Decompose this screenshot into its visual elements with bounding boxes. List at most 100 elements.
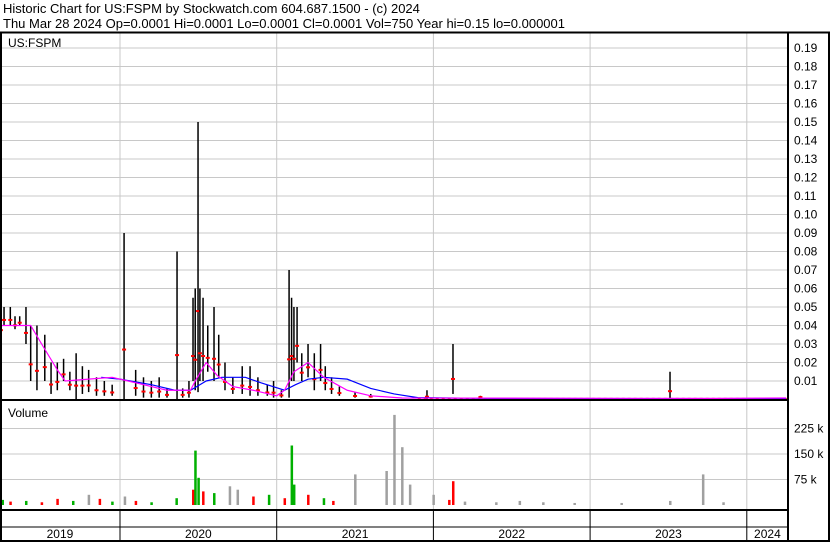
close-marker: [193, 358, 198, 361]
volume-bar: [542, 502, 545, 505]
close-marker: [110, 391, 115, 394]
price-tick-label: 0.04: [794, 319, 818, 333]
close-marker: [102, 390, 107, 393]
close-marker: [8, 318, 13, 321]
close-marker: [450, 377, 455, 380]
volume-bar: [194, 450, 197, 505]
volume-bar: [669, 500, 672, 505]
close-marker: [240, 384, 245, 387]
price-tick-label: 0.16: [794, 97, 818, 111]
close-marker: [289, 355, 294, 358]
close-marker: [212, 357, 217, 360]
price-tick-label: 0.18: [794, 60, 818, 74]
price-tick-label: 0.13: [794, 152, 818, 166]
close-marker: [323, 382, 328, 385]
close-marker: [216, 363, 221, 366]
volume-bar: [123, 496, 127, 505]
close-marker: [271, 391, 276, 394]
volume-bar: [408, 484, 412, 505]
close-marker: [133, 387, 138, 390]
volume-bar: [252, 496, 255, 505]
close-marker: [306, 366, 311, 369]
volume-bar: [451, 481, 455, 505]
close-marker: [165, 393, 170, 396]
close-marker: [318, 368, 323, 371]
year-label: 2023: [655, 527, 682, 541]
price-tick-label: 0.07: [794, 263, 818, 277]
year-label: 2024: [754, 527, 781, 541]
price-tick-label: 0.15: [794, 115, 818, 129]
volume-bar: [236, 489, 240, 505]
volume-bar: [385, 471, 388, 505]
volume-bar: [150, 502, 153, 505]
volume-bar: [307, 494, 310, 505]
volume-tick-label: 150 k: [794, 447, 824, 461]
price-panel-label: US:FSPM: [8, 36, 61, 50]
close-marker: [205, 356, 210, 359]
volume-bar: [432, 494, 435, 505]
close-marker: [61, 373, 66, 376]
volume-bar: [393, 414, 396, 505]
close-marker: [337, 392, 342, 395]
close-marker: [67, 383, 72, 386]
volume-bar: [283, 498, 287, 505]
volume-bar: [518, 500, 522, 505]
close-marker: [668, 390, 673, 393]
close-marker: [191, 355, 196, 358]
close-marker: [94, 389, 99, 392]
volume-bar: [202, 491, 205, 505]
close-marker: [175, 354, 180, 357]
volume-bar: [56, 498, 59, 505]
close-marker: [80, 384, 85, 387]
volume-bar: [267, 494, 271, 505]
close-marker: [197, 352, 202, 355]
close-marker: [2, 318, 7, 321]
volume-bar: [620, 502, 623, 505]
chart-page: Historic Chart for US:FSPM by Stockwatch…: [0, 0, 830, 543]
close-marker: [17, 321, 22, 324]
close-marker: [157, 390, 162, 393]
volume-bar: [9, 501, 12, 505]
close-marker: [353, 394, 358, 397]
price-tick-label: 0.08: [794, 245, 818, 259]
close-marker: [248, 385, 253, 388]
volume-bar: [463, 501, 467, 505]
volume-bar: [322, 498, 326, 505]
volume-bar: [213, 493, 216, 505]
close-marker: [28, 363, 33, 366]
year-label: 2019: [47, 527, 74, 541]
volume-tick-label: 75 k: [794, 473, 818, 487]
year-label: 2022: [498, 527, 525, 541]
volume-bar: [98, 498, 102, 505]
volume-bar: [87, 494, 91, 505]
price-tick-label: 0.10: [794, 208, 818, 222]
close-marker: [23, 331, 28, 334]
close-marker: [279, 394, 284, 397]
volume-bar: [354, 474, 357, 505]
price-tick-label: 0.14: [794, 134, 818, 148]
volume-bar: [197, 477, 200, 505]
price-tick-label: 0.17: [794, 78, 818, 92]
close-marker: [42, 366, 47, 369]
close-marker: [141, 390, 146, 393]
close-marker: [291, 357, 296, 360]
volume-bar: [134, 500, 138, 505]
close-marker: [86, 384, 91, 387]
price-tick-label: 0.05: [794, 300, 818, 314]
volume-bar: [701, 474, 705, 505]
close-marker: [299, 371, 304, 374]
price-tick-label: 0.03: [794, 337, 818, 351]
volume-bar: [401, 447, 404, 505]
close-marker: [329, 387, 334, 390]
close-marker: [74, 384, 79, 387]
price-tick-label: 0.19: [794, 41, 818, 55]
volume-bar: [175, 498, 178, 505]
volume-tick-label: 225 k: [794, 422, 824, 436]
volume-bar: [71, 500, 75, 505]
close-marker: [186, 391, 191, 394]
volume-bar: [192, 489, 195, 505]
close-marker: [295, 344, 300, 347]
price-tick-label: 0.12: [794, 171, 818, 185]
close-marker: [201, 355, 206, 358]
price-tick-label: 0.02: [794, 356, 818, 370]
